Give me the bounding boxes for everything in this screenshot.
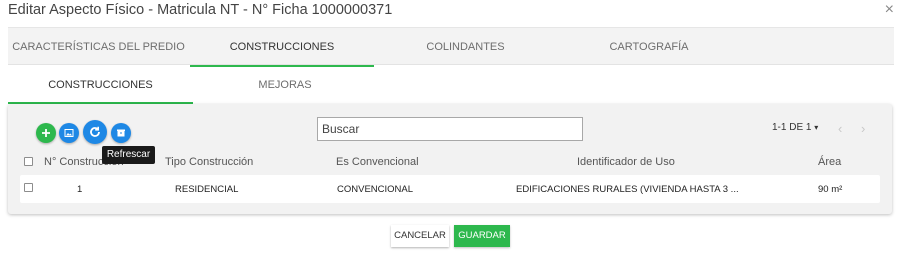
caret-down-icon: ▾ <box>814 123 819 132</box>
tab-colindantes[interactable]: COLINDANTES <box>374 28 557 66</box>
cell-n-construccion: 1 <box>77 184 83 195</box>
search-input[interactable] <box>317 117 583 141</box>
image-icon <box>64 129 74 137</box>
save-button[interactable]: GUARDAR <box>454 225 510 247</box>
refresh-icon <box>90 126 100 137</box>
cell-area: 90 m² <box>818 184 843 195</box>
subtab-mejoras[interactable]: MEJORAS <box>193 66 377 104</box>
pagination-label: 1-1 DE 1 <box>772 122 812 133</box>
main-tab-bar: CARACTERÍSTICAS DEL PREDIO CONSTRUCCIONE… <box>8 27 894 67</box>
chevron-right-icon[interactable]: › <box>861 121 865 136</box>
close-icon[interactable]: × <box>885 1 894 19</box>
tab-caracteristicas-del-predio[interactable]: CARACTERÍSTICAS DEL PREDIO <box>8 28 189 66</box>
column-header-es-convencional[interactable]: Es Convencional <box>336 156 419 168</box>
archive-button[interactable] <box>111 123 131 143</box>
column-header-area[interactable]: Área <box>818 156 841 168</box>
dialog-title: Editar Aspecto Físico - Matricula NT - N… <box>8 2 393 18</box>
column-header-tipo-construccion[interactable]: Tipo Construcción <box>165 156 253 168</box>
dialog-header: Editar Aspecto Físico - Matricula NT - N… <box>0 0 900 26</box>
refresh-tooltip: Refrescar <box>102 146 155 164</box>
column-header-identificador-de-uso[interactable]: Identificador de Uso <box>577 156 675 168</box>
add-button[interactable] <box>36 123 56 143</box>
cancel-button[interactable]: CANCELAR <box>391 225 449 247</box>
row-checkbox[interactable] <box>24 183 33 192</box>
table-row[interactable]: 1 RESIDENCIAL CONVENCIONAL EDIFICACIONES… <box>20 175 880 203</box>
sub-tab-bar: CONSTRUCCIONES MEJORAS <box>8 66 894 104</box>
chevron-left-icon[interactable]: ‹ <box>838 121 842 136</box>
cell-tipo-construccion: RESIDENCIAL <box>175 184 239 195</box>
cell-es-convencional: CONVENCIONAL <box>337 184 414 195</box>
pagination-select[interactable]: 1-1 DE 1 ▾ <box>772 122 818 133</box>
refresh-button[interactable] <box>83 120 107 144</box>
subtab-construcciones[interactable]: CONSTRUCCIONES <box>8 66 193 104</box>
tab-cartografia[interactable]: CARTOGRAFÍA <box>557 28 741 66</box>
plus-icon <box>42 129 50 137</box>
tab-construcciones[interactable]: CONSTRUCCIONES <box>190 28 374 67</box>
select-all-checkbox[interactable] <box>24 157 33 166</box>
cell-identificador-de-uso: EDIFICACIONES RURALES (VIVIENDA HASTA 3 … <box>516 184 739 195</box>
image-button[interactable] <box>59 123 79 143</box>
archive-icon <box>117 129 125 137</box>
